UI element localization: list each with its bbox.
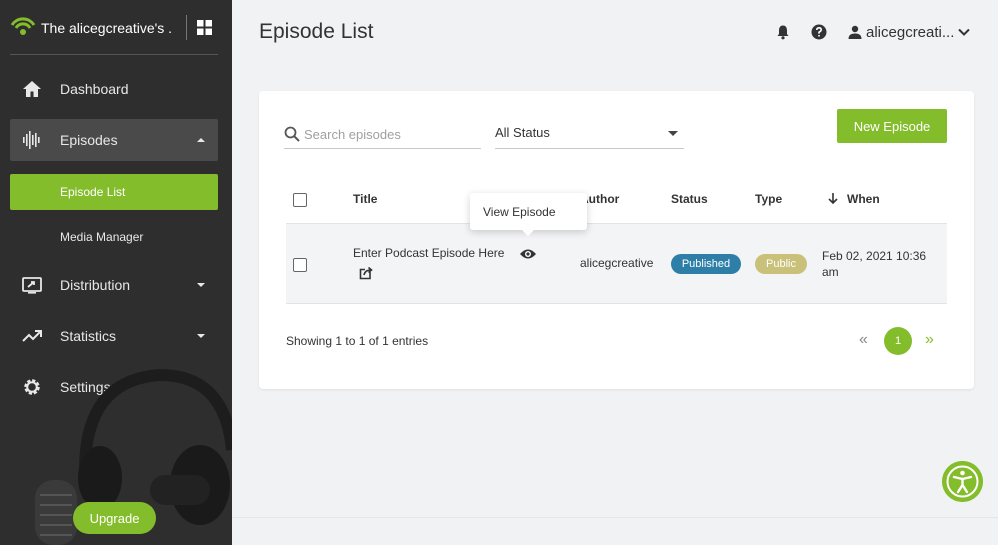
waveform-icon [23,131,40,149]
episode-date: Feb 02, 2021 10:36 am [822,249,927,279]
sidebar-item-label: Dashboard [60,81,129,97]
sidebar-item-distribution[interactable]: Distribution [10,264,218,306]
pagination-prev[interactable]: « [859,331,868,349]
sidebar-item-episodes[interactable]: Episodes [10,119,218,161]
sidebar-subitem-media-manager[interactable]: Media Manager [10,219,218,255]
user-icon[interactable] [847,24,863,40]
user-menu[interactable]: alicegcreati... [866,24,954,41]
caret-down-icon [197,283,205,287]
new-episode-button[interactable]: New Episode [837,109,947,143]
page-title: Episode List [259,20,374,43]
entries-info: Showing 1 to 1 of 1 entries [286,334,429,348]
home-icon [23,81,41,97]
grid-icon[interactable] [197,20,212,35]
pagination-next[interactable]: » [925,331,934,349]
sidebar-header: The alicegcreative's ... [0,0,232,55]
tooltip-arrow [522,230,534,236]
sidebar-subitem-label: Media Manager [60,230,144,244]
sidebar: The alicegcreative's ... Dashboard Episo… [0,0,232,545]
app-title[interactable]: The alicegcreative's ... [41,20,171,36]
select-all-checkbox[interactable] [293,193,307,207]
status-filter-select[interactable]: All Status [495,123,684,149]
distribution-icon [22,277,42,294]
dropdown-arrow-icon [668,131,678,136]
trending-up-icon [22,330,42,342]
sidebar-item-label: Episodes [60,132,118,148]
status-filter-value: All Status [495,125,550,140]
row-checkbox[interactable] [293,258,307,272]
bell-icon[interactable] [775,24,791,40]
sidebar-item-statistics[interactable]: Statistics [10,315,218,357]
sidebar-subitem-label: Episode List [60,185,126,199]
column-header-type[interactable]: Type [755,192,782,206]
caret-up-icon [197,138,205,142]
sidebar-item-label: Statistics [60,328,117,344]
episode-list-card: All Status New Episode Title Author Stat… [259,91,974,389]
view-episode-tooltip: View Episode [470,193,587,236]
sidebar-subitem-episode-list[interactable]: Episode List [10,174,218,210]
status-badge: Published [671,254,741,274]
caret-down-icon [197,334,205,338]
help-icon[interactable] [811,24,827,40]
search-icon [284,126,300,142]
sidebar-item-dashboard[interactable]: Dashboard [10,68,218,110]
table-row: Enter Podcast Episode Here alicegcreativ… [286,223,947,304]
sidebar-item-label: Distribution [60,277,131,293]
share-icon[interactable] [359,266,374,280]
upgrade-button[interactable]: Upgrade [73,502,156,534]
eye-icon[interactable] [519,248,537,260]
type-badge: Public [755,254,807,274]
column-header-title[interactable]: Title [353,192,377,206]
sort-down-icon[interactable] [827,192,839,205]
accessibility-icon[interactable] [942,461,983,502]
footer-divider [232,517,998,518]
chevron-down-icon[interactable] [956,24,972,40]
podcast-logo-icon [10,17,36,35]
sidebar-divider [10,54,218,55]
search-input[interactable] [304,124,479,144]
episode-title[interactable]: Enter Podcast Episode Here [353,246,504,260]
search-box [284,123,481,149]
column-header-status[interactable]: Status [671,192,708,206]
header-divider [186,15,187,40]
tooltip-text: View Episode [483,205,556,219]
pagination-page-1[interactable]: 1 [884,327,912,355]
episode-author: alicegcreative [580,256,654,270]
column-header-when[interactable]: When [847,192,880,206]
